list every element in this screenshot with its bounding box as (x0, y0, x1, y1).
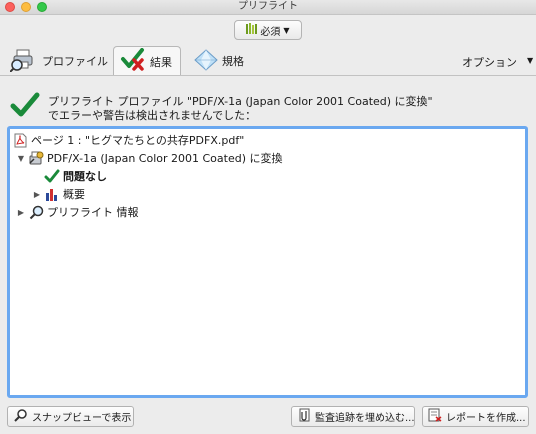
create-report-button[interactable]: レポートを作成... (422, 406, 529, 427)
library-bars-icon (246, 23, 258, 37)
profile-dropdown-label: 必須 (260, 26, 281, 38)
pdf-file-icon (12, 132, 28, 148)
tab-standards[interactable]: 規格 (194, 47, 254, 75)
magnifier-icon (13, 408, 28, 425)
check-cross-icon (120, 48, 146, 75)
tree-overview-label: 概要 (63, 188, 85, 201)
disclosure-collapsed-icon[interactable]: ▶ (32, 190, 42, 199)
profile-wrench-icon (28, 150, 44, 166)
tree-row-preflight-info[interactable]: ▶ プリフライト 情報 (16, 204, 139, 220)
show-in-snap-button[interactable]: スナップビューで表示 (7, 406, 134, 427)
diamond-icon (194, 48, 218, 74)
summary-message-detail: でエラーや警告は検出されませんでした： (48, 109, 257, 122)
profile-library-dropdown[interactable]: 必須 ▼ (234, 20, 302, 40)
results-tree[interactable]: ページ 1 : "ヒグマたちとの共存PDFX.pdf" ▼ PDF/X-1a (… (7, 126, 528, 398)
tree-no-problems-label: 問題なし (63, 170, 107, 183)
tab-divider (0, 75, 536, 76)
tree-row-page[interactable]: ページ 1 : "ヒグマたちとの共存PDFX.pdf" (12, 132, 244, 148)
tree-row-profile[interactable]: ▼ PDF/X-1a (Japan Color 2001 Coated) に変換 (16, 150, 283, 166)
tree-row-no-problems[interactable]: 問題なし (44, 168, 107, 184)
magnifier-icon (28, 204, 44, 220)
disclosure-expanded-icon[interactable]: ▼ (16, 154, 26, 163)
printer-magnifier-icon (9, 48, 38, 75)
tab-results-label: 結果 (150, 55, 172, 69)
tab-standards-label: 規格 (222, 55, 244, 68)
chevron-down-icon: ▼ (527, 56, 534, 65)
disclosure-collapsed-icon[interactable]: ▶ (16, 208, 26, 217)
embed-audit-trail-button[interactable]: 監査追跡を埋め込む... (291, 406, 415, 427)
tab-profiles-label: プロファイル (42, 55, 108, 68)
tab-results[interactable]: 結果 (113, 46, 181, 76)
chevron-down-icon: ▼ (283, 25, 290, 35)
options-menu[interactable]: オプション ▼ (462, 54, 533, 70)
tree-preflight-info-label: プリフライト 情報 (47, 206, 139, 219)
window-titlebar: プリフライト (0, 0, 536, 15)
report-icon (428, 408, 442, 425)
embed-audit-trail-label: 監査追跡を埋め込む... (315, 413, 415, 424)
bar-chart-icon (44, 186, 60, 202)
check-icon (44, 168, 60, 184)
tree-row-overview[interactable]: ▶ 概要 (32, 186, 85, 202)
create-report-label: レポートを作成... (446, 413, 526, 424)
options-label: オプション (462, 56, 517, 69)
tree-page-label: ページ 1 : "ヒグマたちとの共存PDFX.pdf" (31, 134, 245, 147)
window-title: プリフライト (238, 1, 298, 12)
tree-profile-label: PDF/X-1a (Japan Color 2001 Coated) に変換 (47, 152, 283, 165)
paperclip-document-icon (297, 408, 311, 425)
tab-profiles[interactable]: プロファイル (8, 47, 108, 75)
show-in-snap-label: スナップビューで表示 (32, 413, 132, 424)
success-check-icon (10, 92, 40, 121)
